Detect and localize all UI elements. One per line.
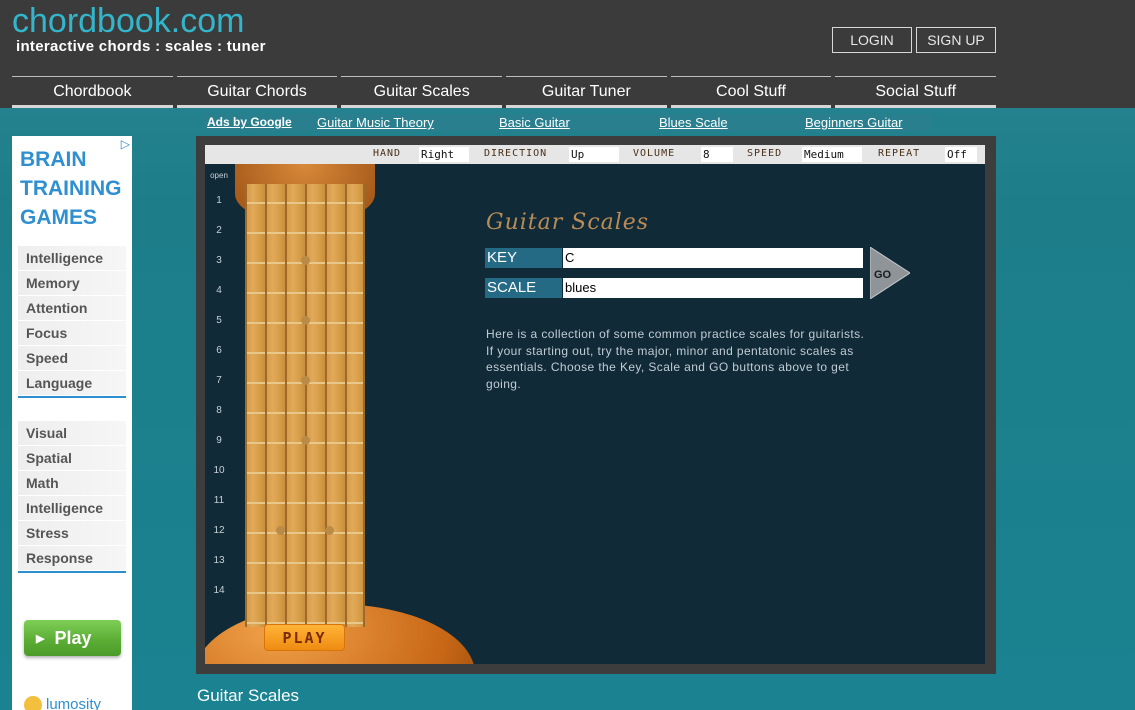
lumosity-sun-icon (24, 696, 42, 710)
ad-title: BRAIN TRAINING GAMES (20, 145, 122, 232)
nav-item-chordbook[interactable]: Chordbook (12, 76, 173, 108)
nav-item-guitar-scales[interactable]: Guitar Scales (341, 76, 503, 108)
fret-marker (301, 316, 310, 325)
scale-label: SCALE (485, 278, 562, 298)
hand-label: HAND (373, 148, 402, 159)
login-button[interactable]: LOGIN (832, 27, 912, 53)
scale-input[interactable]: blues (563, 278, 863, 298)
fret-number: 7 (216, 375, 222, 386)
ad-link[interactable]: Beginners Guitar (805, 115, 903, 130)
ad-category-list: Intelligence Memory Attention Focus Spee… (18, 246, 126, 398)
nav-item-guitar-tuner[interactable]: Guitar Tuner (506, 76, 667, 108)
ad-category-item[interactable]: Intelligence (18, 496, 126, 521)
ad-link-bar: Ads by Google Guitar Music Theory Basic … (203, 114, 930, 131)
key-input[interactable]: C (563, 248, 863, 268)
fret-marker (301, 256, 310, 265)
play-triangle-icon: ▶ (36, 632, 45, 645)
fret-number: 11 (213, 495, 225, 506)
signup-button[interactable]: SIGN UP (916, 27, 996, 53)
fret-number: 12 (213, 525, 225, 536)
ad-category-item[interactable]: Stress (18, 521, 126, 546)
ad-play-label: Play (54, 627, 92, 648)
fret-number: 10 (213, 465, 225, 476)
fret-number: 3 (216, 255, 222, 266)
ad-category-item[interactable]: Intelligence (18, 246, 126, 271)
go-label: GO (874, 269, 892, 281)
site-header: chordbook.com interactive chords : scale… (0, 0, 1135, 108)
guitar-string (265, 184, 267, 627)
divider (18, 571, 126, 573)
direction-value[interactable]: Up (569, 147, 619, 162)
speed-label: SPEED (747, 148, 783, 159)
fret-marker (325, 526, 334, 535)
guitar-string (363, 184, 365, 627)
page-heading: Guitar Scales (197, 686, 300, 705)
guitar-string (305, 184, 307, 627)
guitar-string (245, 184, 247, 627)
ad-category-item[interactable]: Visual (18, 421, 126, 446)
scales-app: HAND Right DIRECTION Up VOLUME 8 SPEED M… (205, 145, 985, 664)
brand-name: lumosity (46, 696, 102, 710)
repeat-label: REPEAT (878, 148, 921, 159)
ad-category-list: Visual Spatial Math Intelligence Stress … (18, 421, 126, 573)
open-label: open (210, 171, 228, 180)
fret-marker (301, 376, 310, 385)
guitar-string (345, 184, 347, 627)
ad-category-item[interactable]: Language (18, 371, 126, 396)
fret-number: 9 (216, 435, 222, 446)
panel-description: Here is a collection of some common prac… (486, 327, 865, 391)
ad-category-item[interactable]: Attention (18, 296, 126, 321)
ad-category-item[interactable]: Speed (18, 346, 126, 371)
ad-category-item[interactable]: Memory (18, 271, 126, 296)
go-button[interactable]: GO (870, 247, 910, 299)
fret-marker (276, 526, 285, 535)
ad-title-line: TRAINING (20, 177, 122, 200)
repeat-value[interactable]: Off (945, 147, 977, 162)
guitar-string (325, 184, 327, 627)
fret-number: 4 (216, 285, 222, 296)
direction-label: DIRECTION (484, 148, 548, 159)
ad-category-item[interactable]: Spatial (18, 446, 126, 471)
nav-item-guitar-chords[interactable]: Guitar Chords (176, 76, 338, 108)
panel-title: Guitar Scales (486, 210, 650, 235)
ad-link[interactable]: Guitar Music Theory (317, 115, 434, 130)
site-tagline: interactive chords : scales : tuner (16, 38, 266, 55)
hand-value[interactable]: Right (419, 147, 469, 162)
fret-number: 5 (216, 315, 222, 326)
fret-marker (301, 436, 310, 445)
ad-category-item[interactable]: Math (18, 471, 126, 496)
control-bar: HAND Right DIRECTION Up VOLUME 8 SPEED M… (205, 145, 985, 164)
ad-choices-icon[interactable]: ▷ (121, 137, 130, 151)
fret-number: 2 (216, 225, 222, 236)
volume-value[interactable]: 8 (701, 147, 733, 162)
speed-value[interactable]: Medium (802, 147, 862, 162)
guitar-neck: open 1 2 3 4 5 6 7 8 9 10 11 12 13 14 (205, 164, 475, 664)
ad-title-line: GAMES (20, 206, 98, 229)
key-label: KEY (485, 248, 562, 268)
ads-by-google-link[interactable]: Ads by Google (207, 115, 292, 129)
play-button[interactable]: PLAY (264, 624, 345, 651)
fret-number: 14 (213, 585, 225, 596)
brain-training-ad[interactable]: ▷ BRAIN TRAINING GAMES Intelligence Memo… (12, 136, 132, 710)
ad-link[interactable]: Basic Guitar (499, 115, 570, 130)
volume-label: VOLUME (633, 148, 676, 159)
ad-play-button[interactable]: ▶ Play (24, 620, 121, 656)
scales-app-frame: HAND Right DIRECTION Up VOLUME 8 SPEED M… (196, 136, 996, 674)
divider (18, 396, 126, 398)
lumosity-logo[interactable]: lumosity (24, 696, 101, 710)
nav-item-social-stuff[interactable]: Social Stuff (835, 76, 997, 108)
guitar-string (285, 184, 287, 627)
fret-number: 1 (216, 195, 222, 206)
main-nav: Chordbook Guitar Chords Guitar Scales Gu… (12, 76, 997, 108)
nav-item-cool-stuff[interactable]: Cool Stuff (670, 76, 832, 108)
ad-category-item[interactable]: Focus (18, 321, 126, 346)
fret-number: 8 (216, 405, 222, 416)
site-logo[interactable]: chordbook.com (12, 2, 244, 41)
fret-number: 13 (213, 555, 225, 566)
fret-number: 6 (216, 345, 222, 356)
ad-link[interactable]: Blues Scale (659, 115, 728, 130)
ad-title-line: BRAIN (20, 148, 87, 171)
ad-category-item[interactable]: Response (18, 546, 126, 571)
